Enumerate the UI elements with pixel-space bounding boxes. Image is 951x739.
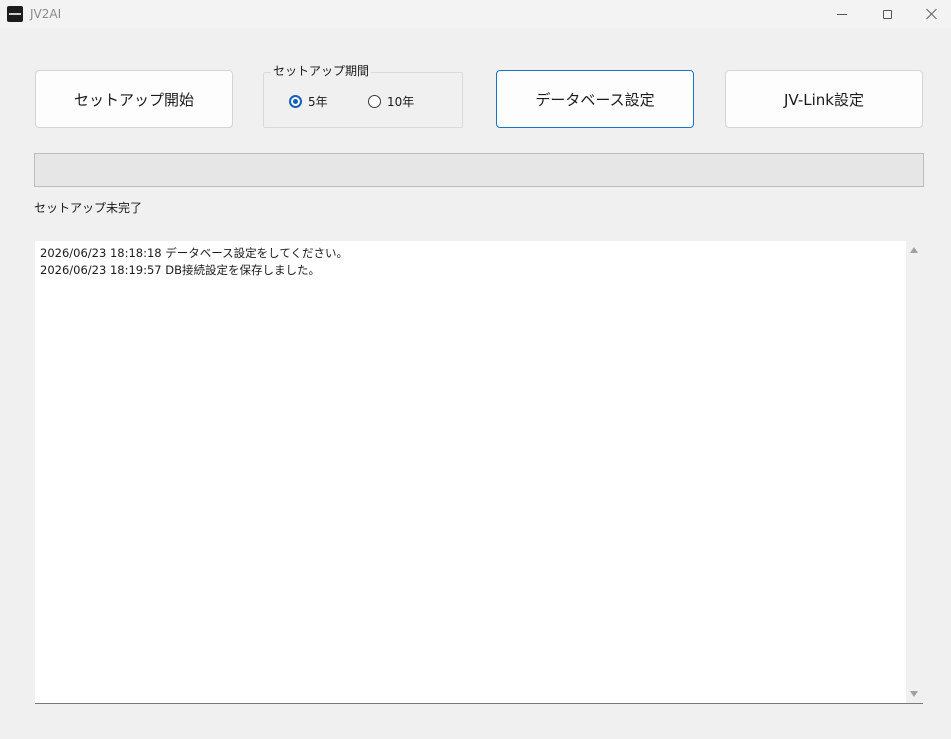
minimize-button[interactable] [819,0,865,28]
log-vertical-scrollbar[interactable] [906,241,923,703]
log-line: 2026/06/23 18:18:18 データベース設定をしてください。 [40,246,348,260]
log-textbox[interactable]: 2026/06/23 18:18:18 データベース設定をしてください。 202… [35,241,923,704]
setup-start-button[interactable]: セットアップ開始 [35,70,233,128]
radio-10-years-label: 10年 [387,95,415,109]
log-line: 2026/06/23 18:19:57 DB接続設定を保存しました。 [40,263,320,277]
maximize-icon [882,9,892,19]
app-icon [7,6,23,22]
scroll-down-arrow-icon[interactable] [910,691,918,697]
radio-checked-icon [289,95,302,108]
title-bar[interactable]: JV2AI [0,0,951,28]
status-label: セットアップ未完了 [34,201,143,215]
jvlink-settings-button[interactable]: JV-Link設定 [725,70,923,128]
scroll-up-arrow-icon[interactable] [910,247,918,253]
window-title: JV2AI [30,7,62,21]
close-button[interactable] [909,0,951,28]
maximize-button[interactable] [864,0,910,28]
radio-5-years[interactable]: 5年 [289,93,328,110]
database-settings-button[interactable]: データベース設定 [496,70,694,128]
log-content: 2026/06/23 18:18:18 データベース設定をしてください。 202… [40,245,900,279]
radio-unchecked-icon [368,95,381,108]
setup-period-legend: セットアップ期間 [271,64,372,78]
minimize-icon [837,13,847,15]
radio-10-years[interactable]: 10年 [368,93,414,110]
main-window: JV2AI セットアップ開始 セットアップ期間 5年 10年 データベース設定 … [0,0,951,739]
setup-progress-bar [34,153,924,187]
close-icon [926,8,938,20]
radio-5-years-label: 5年 [308,95,328,109]
